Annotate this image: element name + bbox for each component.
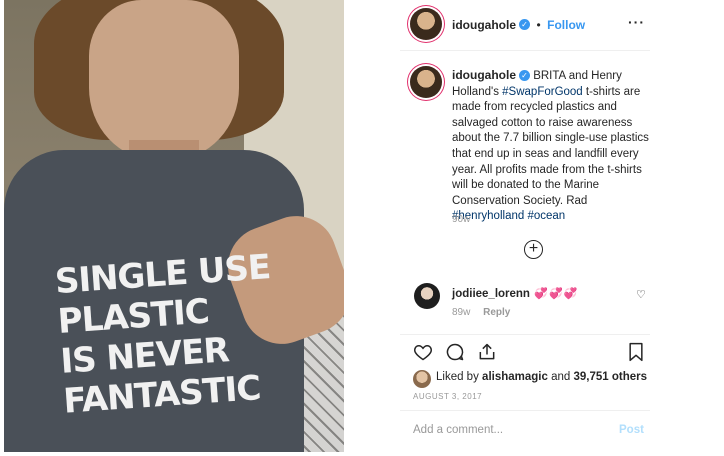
tshirt-slogan: SINGLE USE PLASTIC IS NEVER FANTASTIC (54, 247, 272, 422)
post-date: AUGUST 3, 2017 (413, 392, 483, 401)
post-header: idougahole ✓ • Follow (452, 16, 585, 34)
comment-bubble-icon[interactable] (445, 342, 465, 362)
likes-connector: and (551, 371, 571, 383)
caption-username[interactable]: idougahole (452, 68, 516, 82)
bookmark-icon[interactable] (626, 342, 646, 362)
divider (400, 50, 650, 51)
comment-text: 💞💞💞 (534, 288, 579, 300)
like-heart-icon[interactable] (413, 342, 433, 362)
post-caption: idougahole ✓ BRITA and Henry Holland's #S… (452, 68, 652, 225)
comment-meta: 89w Reply (452, 307, 510, 318)
caption-text: t-shirts are made from recycled plastics… (452, 85, 649, 207)
likes-prefix: Liked by (436, 371, 479, 383)
share-icon[interactable] (477, 342, 497, 362)
post-photo[interactable]: SINGLE USE PLASTIC IS NEVER FANTASTIC (4, 0, 344, 452)
hashtag-link[interactable]: #ocean (527, 210, 565, 222)
more-options-icon[interactable]: ··· (628, 14, 645, 30)
likes-summary: Liked by alishamagic and 39,751 others (436, 371, 647, 383)
reply-button[interactable]: Reply (483, 307, 510, 318)
divider (400, 410, 650, 411)
caption-age: 90w (452, 214, 471, 225)
author-avatar[interactable] (410, 8, 442, 40)
like-comment-icon[interactable]: ♡ (636, 288, 646, 301)
follow-button[interactable]: Follow (547, 18, 585, 32)
liker-username[interactable]: alishamagic (482, 371, 548, 383)
separator-dot: • (536, 18, 541, 32)
add-comment-input[interactable] (413, 424, 608, 436)
commenter-avatar[interactable] (414, 283, 440, 309)
verified-badge-icon: ✓ (519, 19, 530, 31)
likes-count[interactable]: 39,751 others (573, 371, 647, 383)
action-bar (413, 342, 497, 362)
author-username[interactable]: idougahole (452, 18, 516, 32)
face (89, 0, 239, 160)
comment-age: 89w (452, 307, 471, 318)
divider (400, 334, 650, 335)
post-comment-button[interactable]: Post (619, 424, 644, 436)
comment: jodiiee_lorenn 💞💞💞 (452, 284, 579, 302)
verified-badge-icon: ✓ (519, 70, 530, 82)
commenter-username[interactable]: jodiiee_lorenn (452, 288, 530, 300)
liker-avatar[interactable] (413, 370, 431, 388)
load-more-comments-icon[interactable]: + (524, 240, 543, 259)
hashtag-link[interactable]: #SwapForGood (502, 86, 583, 98)
caption-avatar[interactable] (410, 66, 442, 98)
